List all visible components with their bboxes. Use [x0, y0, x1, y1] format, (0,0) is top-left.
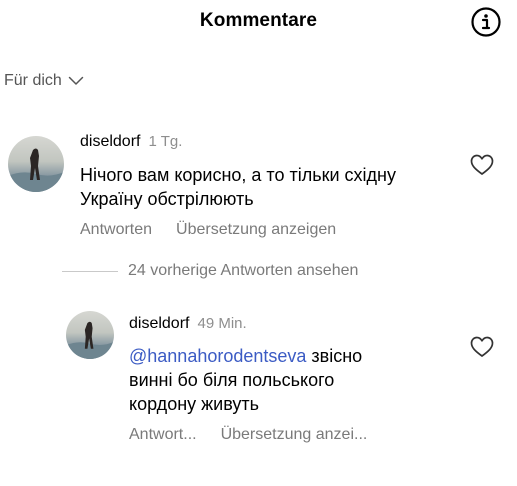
reply-time: 49 Min.	[197, 315, 247, 332]
reply-actions: Antwort... Übersetzung anzei...	[129, 426, 367, 444]
comment-time: 1 Tg.	[148, 133, 183, 150]
comment-text: Нічого вам корисно, а то тільки східну У…	[80, 165, 396, 209]
reply-button[interactable]: Antworten	[80, 221, 152, 239]
view-replies-label: 24 vorherige Antworten ansehen	[128, 262, 359, 279]
reply-header: diseldorf 49 Min.	[129, 315, 247, 333]
filter-dropdown[interactable]: Für dich	[4, 72, 84, 90]
view-replies-button[interactable]: 24 vorherige Antworten ansehen	[62, 262, 358, 280]
page-title: Kommentare	[199, 10, 318, 31]
heart-icon[interactable]	[470, 154, 494, 176]
heart-icon[interactable]	[470, 336, 494, 358]
chevron-down-icon	[68, 76, 84, 85]
comment-actions: Antworten Übersetzung anzeigen	[80, 221, 336, 239]
header: Kommentare	[0, 0, 517, 46]
info-circle-icon[interactable]	[470, 6, 502, 38]
translate-button[interactable]: Übersetzung anzeigen	[176, 221, 336, 239]
reply-username[interactable]: diseldorf	[129, 315, 189, 333]
avatar[interactable]	[8, 136, 64, 192]
mention-link[interactable]: @hannahorodentseva	[129, 346, 306, 366]
reply-button[interactable]: Antwort...	[129, 426, 197, 444]
comment-username[interactable]: diseldorf	[80, 133, 140, 151]
filter-label: Für dich	[4, 72, 62, 89]
translate-button[interactable]: Übersetzung anzei...	[221, 426, 368, 444]
comment-header: diseldorf 1 Tg.	[80, 133, 182, 151]
replies-divider	[62, 270, 118, 272]
avatar[interactable]	[66, 311, 114, 359]
reply-text: @hannahorodentseva звісно винні бо біля …	[129, 344, 399, 416]
